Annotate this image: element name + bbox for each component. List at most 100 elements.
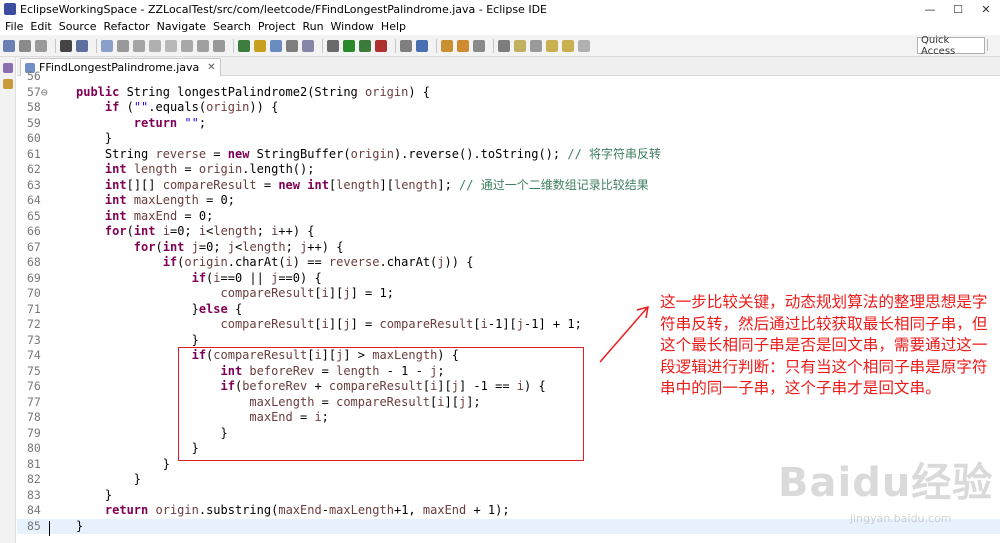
quick-access-input[interactable]: Quick Access — [917, 35, 985, 57]
code-line[interactable]: 67 for(int j=0; j<length; j++) { — [17, 240, 1000, 256]
line-number: 69 — [27, 270, 41, 285]
block-selection-icon[interactable] — [286, 39, 298, 52]
code-text: } — [76, 332, 199, 347]
window-controls: — ☐ ✕ — [916, 0, 1000, 18]
settings-gear-icon[interactable] — [327, 39, 339, 52]
restore-view-icon[interactable] — [3, 63, 13, 73]
code-line[interactable]: 63 int[][] compareResult = new int[lengt… — [17, 178, 1000, 194]
run-icon[interactable] — [343, 39, 355, 52]
code-line[interactable]: 56 — [17, 69, 1000, 85]
menu-source[interactable]: Source — [59, 20, 97, 33]
menu-project[interactable]: Project — [258, 20, 296, 33]
menu-refactor[interactable]: Refactor — [104, 20, 150, 33]
code-text: }else { — [76, 301, 243, 316]
step-return-icon[interactable] — [213, 39, 225, 52]
line-number: 67 — [27, 239, 41, 254]
last-edit-icon[interactable] — [530, 39, 542, 52]
highlight-box — [178, 347, 584, 461]
watermark-logo: Baidu经验 jingyan.baidu.com — [770, 450, 995, 540]
step-into-icon[interactable] — [181, 39, 193, 52]
back-icon[interactable] — [546, 39, 558, 52]
annotation-next-icon[interactable] — [498, 39, 510, 52]
new-java-class-icon[interactable] — [416, 39, 428, 52]
code-text: compareResult[i][j] = compareResult[i-1]… — [220, 317, 582, 331]
menu-navigate[interactable]: Navigate — [157, 20, 206, 33]
toolbar-separator — [322, 38, 323, 53]
line-number: 66 — [27, 224, 41, 238]
code-line[interactable]: 61 String reverse = new StringBuffer(ori… — [17, 147, 1000, 163]
minimize-button[interactable]: — — [916, 0, 944, 18]
toolbar-separator — [55, 38, 56, 53]
line-number: 74 — [27, 348, 41, 362]
mark-occurrences-icon[interactable] — [254, 39, 266, 52]
line-number: 78 — [27, 410, 41, 424]
code-line[interactable]: 65 int maxEnd = 0; — [17, 209, 1000, 225]
line-number: 62 — [27, 162, 41, 176]
new-icon[interactable] — [3, 39, 15, 52]
new-java-package-icon[interactable] — [400, 39, 412, 52]
code-line[interactable]: 60 } — [17, 131, 1000, 147]
toggle-breadcrumb-icon[interactable] — [302, 39, 314, 52]
toolbar-separator — [233, 38, 234, 53]
main-toolbar — [0, 35, 1000, 57]
toolbar-separator — [493, 38, 494, 53]
window-title: EclipseWorkingSpace - ZZLocalTest/src/co… — [20, 2, 547, 16]
terminate-icon[interactable] — [149, 39, 161, 52]
code-line[interactable]: 58 if ("".equals(origin)) { — [17, 100, 1000, 116]
menu-window[interactable]: Window — [331, 20, 374, 33]
menu-help[interactable]: Help — [381, 20, 406, 33]
menu-search[interactable]: Search — [213, 20, 251, 33]
terminal-icon[interactable] — [76, 39, 88, 52]
code-text: int maxLength = 0; — [104, 193, 235, 207]
code-text: int length = origin.length(); — [104, 162, 315, 176]
code-line[interactable]: 69 if(i==0 || j==0) { — [17, 271, 1000, 287]
show-whitespace-icon[interactable] — [270, 39, 282, 52]
package-explorer-icon[interactable] — [3, 79, 13, 89]
run-last-icon[interactable] — [359, 39, 371, 52]
line-number: 75 — [27, 363, 41, 378]
menu-run[interactable]: Run — [302, 20, 323, 33]
suspend-icon[interactable] — [133, 39, 145, 52]
disconnect-icon[interactable] — [165, 39, 177, 52]
line-number: 84 — [27, 503, 41, 517]
line-number: 77 — [27, 394, 41, 409]
forward-icon[interactable] — [562, 39, 574, 52]
save-icon[interactable] — [19, 39, 31, 52]
skip-breakpoints-icon[interactable] — [101, 39, 113, 52]
code-text: for(int j=0; j<length; j++) { — [133, 239, 344, 254]
code-line[interactable]: 66 for(int i=0; i<length; i++) { — [17, 224, 1000, 240]
left-trim-bar — [0, 57, 16, 543]
resume-icon[interactable] — [117, 39, 129, 52]
nav-dropdown-icon[interactable] — [578, 39, 590, 52]
pin-editor-icon[interactable] — [514, 39, 526, 52]
debug-icon[interactable] — [238, 39, 250, 52]
code-text: String reverse = new StringBuffer(origin… — [76, 146, 662, 161]
code-line[interactable]: 57⊖ public String longestPalindrome2(Stri… — [17, 85, 1000, 101]
code-line[interactable]: 68 if(origin.charAt(i) == reverse.charAt… — [17, 255, 1000, 271]
code-text: compareResult[i][j] = 1; — [220, 286, 394, 300]
close-window-button[interactable]: ✕ — [972, 0, 1000, 18]
line-number: 79 — [27, 425, 41, 440]
code-line[interactable]: 59 return ""; — [17, 116, 1000, 132]
line-number: 61 — [27, 146, 41, 161]
code-line[interactable]: 64 int maxLength = 0; — [17, 193, 1000, 209]
open-task-icon[interactable] — [457, 39, 469, 52]
save-all-icon[interactable] — [35, 39, 47, 52]
open-type-icon[interactable] — [441, 39, 453, 52]
line-number: 73 — [27, 332, 41, 347]
menu-file[interactable]: File — [5, 20, 23, 33]
maximize-button[interactable]: ☐ — [944, 0, 972, 18]
text-caret — [49, 521, 50, 536]
print-icon[interactable] — [60, 39, 72, 52]
step-over-icon[interactable] — [197, 39, 209, 52]
line-number: 70 — [27, 286, 41, 300]
title-bar: EclipseWorkingSpace - ZZLocalTest/src/co… — [0, 0, 1000, 18]
code-line[interactable]: 62 int length = origin.length(); — [17, 162, 1000, 178]
annotation-text: 这一步比较关键，动态规划算法的整理思想是字符串反转，然后通过比较获取最长相同子串… — [660, 293, 988, 397]
external-tools-icon[interactable] — [375, 39, 387, 52]
perspective-icon[interactable] — [987, 39, 997, 51]
line-number: 63 — [27, 177, 41, 192]
code-text: int[][] compareResult = new int[length][… — [104, 177, 649, 192]
menu-edit[interactable]: Edit — [30, 20, 51, 33]
search-icon[interactable] — [473, 39, 485, 52]
